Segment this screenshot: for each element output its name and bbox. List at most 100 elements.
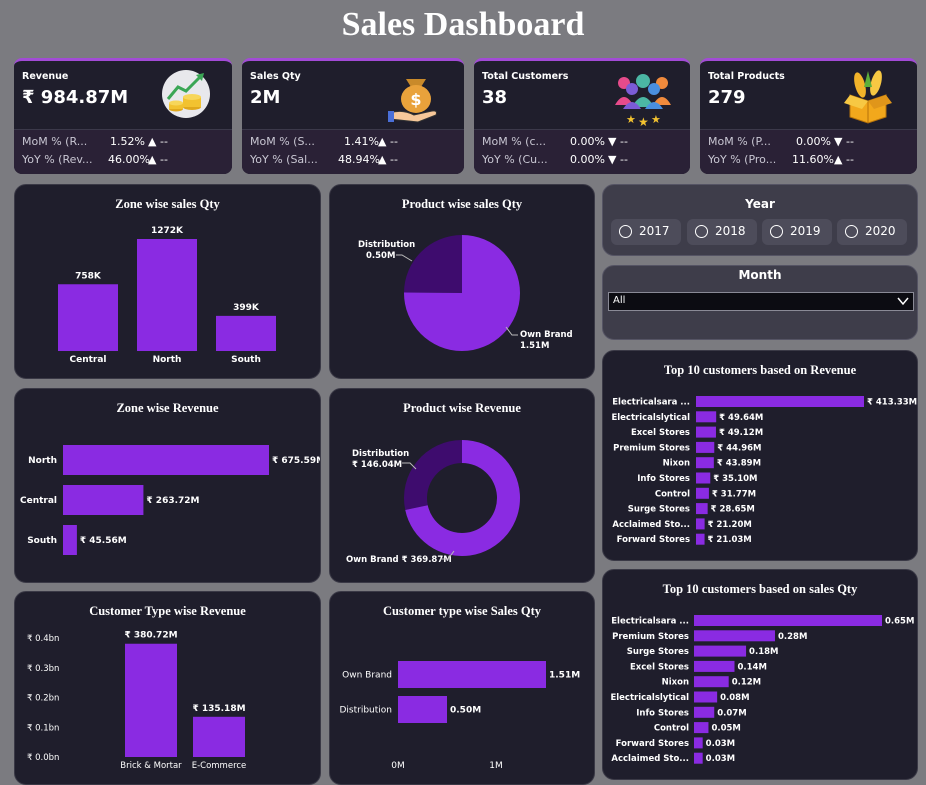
- kpi-mom-value: 1.41%: [344, 135, 379, 148]
- kpi-yoy-label: YoY % (Pro...: [708, 153, 777, 166]
- data-label: 1.51M: [549, 671, 580, 681]
- data-label: ₹ 43.89M: [717, 459, 761, 469]
- data-label: ₹ 413.33M: [867, 398, 917, 408]
- kpi-yoy-dash: --: [390, 153, 398, 166]
- zone-sales-qty-panel: Zone wise sales Qty 758K Central 1272K Nort…: [14, 184, 321, 379]
- bar: [216, 315, 276, 351]
- data-label: 758K: [75, 271, 102, 281]
- kpi-yoy-dash: --: [846, 153, 854, 166]
- data-label: 0.50M: [450, 706, 481, 716]
- category-label: Distribution: [339, 706, 392, 716]
- top-revenue-chart: Electricalsara ... ₹ 413.33M Electricalsly…: [611, 396, 917, 545]
- bar: [63, 485, 144, 515]
- bar: [694, 737, 703, 749]
- svg-text:★: ★: [626, 113, 636, 126]
- customer-type-qty-panel: Customer type wise Sales Qty Own Brand 1.…: [329, 591, 595, 785]
- year-option-2017[interactable]: 2017: [611, 219, 681, 245]
- kpi-yoy-value: 48.94%: [338, 153, 380, 166]
- customer-type-qty-chart: Own Brand 1.51M Distribution 0.50M 0M 1M: [339, 661, 580, 771]
- category-label: Brick & Mortar: [120, 761, 182, 771]
- kpi-mom-value: 0.00%: [796, 135, 831, 148]
- svg-text:★: ★: [651, 113, 661, 126]
- data-label: ₹ 21.03M: [708, 535, 752, 545]
- slice-name: Own Brand: [520, 330, 573, 340]
- bar: [694, 706, 715, 718]
- y-tick-label: ₹ 0.3bn: [27, 664, 59, 674]
- bar: [398, 696, 448, 723]
- category-label: E-Commerce: [192, 761, 247, 771]
- x-tick-label: 0M: [391, 761, 405, 771]
- bar: [63, 525, 77, 555]
- bar: [696, 457, 714, 469]
- kpi-yoy-value: 11.60%: [792, 153, 834, 166]
- bar: [193, 716, 245, 757]
- top-qty-chart: Electricalsara ... 0.65M Premium Stores 0.2…: [610, 615, 914, 764]
- category-label: Acclaimed Sto...: [611, 754, 689, 764]
- kpi-yoy-dash: --: [620, 153, 628, 166]
- data-label: 0.12M: [732, 678, 761, 688]
- category-label: Central: [69, 355, 106, 365]
- kpi-divider: [14, 129, 232, 130]
- year-option-label: 2020: [865, 224, 896, 238]
- year-option-2019[interactable]: 2019: [762, 219, 832, 245]
- kpi-mom-dash: --: [620, 135, 628, 148]
- bar: [696, 426, 716, 438]
- category-label: Info Stores: [636, 708, 689, 718]
- svg-text:★: ★: [638, 115, 649, 127]
- category-label: Info Stores: [637, 474, 690, 484]
- year-option-2020[interactable]: 2020: [837, 219, 907, 245]
- slicer-title: Month: [738, 268, 782, 282]
- month-dropdown-value: All: [613, 295, 626, 306]
- category-label: North: [28, 456, 57, 466]
- year-option-label: 2019: [790, 224, 821, 238]
- bar: [694, 615, 882, 626]
- top-customers-revenue-panel: Top 10 customers based on Revenue Electr…: [602, 350, 918, 561]
- customer-type-revenue-panel: Customer Type wise Revenue ₹ 0.4bn ₹ 0.3b…: [14, 591, 321, 785]
- kpi-mom-label: MoM % (P...: [708, 135, 771, 148]
- kpi-value: 38: [482, 87, 508, 108]
- data-label: 0.03M: [706, 739, 735, 749]
- bar: [696, 487, 709, 499]
- y-tick-label: ₹ 0.4bn: [27, 634, 59, 644]
- bar: [696, 396, 864, 407]
- kpi-card-sales-qty[interactable]: Sales Qty 2M MoM % (S... 1.41% ▲ -- YoY …: [242, 58, 464, 174]
- kpi-mom-dash: --: [160, 135, 168, 148]
- data-label: ₹ 31.77M: [712, 489, 756, 499]
- data-label: ₹ 28.65M: [711, 505, 755, 515]
- product-sales-qty-panel: Product wise sales Qty Distribution 0.50M…: [329, 184, 595, 379]
- bar: [694, 645, 747, 657]
- kpi-yoy-arrow-icon: ▲: [834, 153, 843, 166]
- radio-circle-icon: [770, 225, 783, 238]
- data-label: 0.07M: [717, 708, 746, 718]
- customers-stars-icon: ★ ★ ★: [615, 74, 671, 127]
- kpi-card-total-customers[interactable]: Total Customers 38 MoM % (c... 0.00% ▼ -…: [474, 58, 690, 174]
- category-label: North: [153, 355, 182, 365]
- year-option-label: 2017: [639, 224, 670, 238]
- bar: [696, 503, 708, 515]
- radio-circle-icon: [695, 225, 708, 238]
- y-tick-label: ₹ 0.1bn: [27, 723, 59, 733]
- data-label: 0.08M: [720, 693, 749, 703]
- kpi-mom-dash: --: [846, 135, 854, 148]
- zone-revenue-panel: Zone wise Revenue North ₹ 675.59M Central ₹…: [14, 388, 321, 583]
- data-label: 0.18M: [749, 647, 778, 657]
- year-option-2018[interactable]: 2018: [687, 219, 757, 245]
- kpi-mom-arrow-icon: ▼: [834, 135, 843, 148]
- slice: [404, 440, 462, 510]
- kpi-yoy-label: YoY % (Rev...: [22, 153, 93, 166]
- kpi-card-revenue[interactable]: Revenue ₹ 984.87M MoM % (R... 1.52% ▲ --…: [14, 58, 232, 174]
- kpi-label: Total Products: [708, 71, 785, 82]
- category-label: Central: [20, 496, 57, 506]
- data-label: ₹ 49.64M: [719, 413, 763, 423]
- category-label: Premium Stores: [612, 632, 689, 642]
- data-label: 1272K: [151, 226, 184, 236]
- category-label: South: [231, 355, 261, 365]
- slice-label: 1.51M: [520, 341, 549, 351]
- month-dropdown[interactable]: All: [608, 292, 914, 311]
- category-label: Electricalsara ...: [611, 617, 689, 627]
- kpi-card-total-products[interactable]: Total Products 279 MoM % (P... 0.00% ▼ -…: [700, 58, 917, 174]
- slice-label: ₹ 146.04M: [352, 460, 402, 470]
- slice-name: Distribution: [358, 240, 415, 250]
- bar: [696, 533, 705, 545]
- category-label: Surge Stores: [627, 647, 689, 657]
